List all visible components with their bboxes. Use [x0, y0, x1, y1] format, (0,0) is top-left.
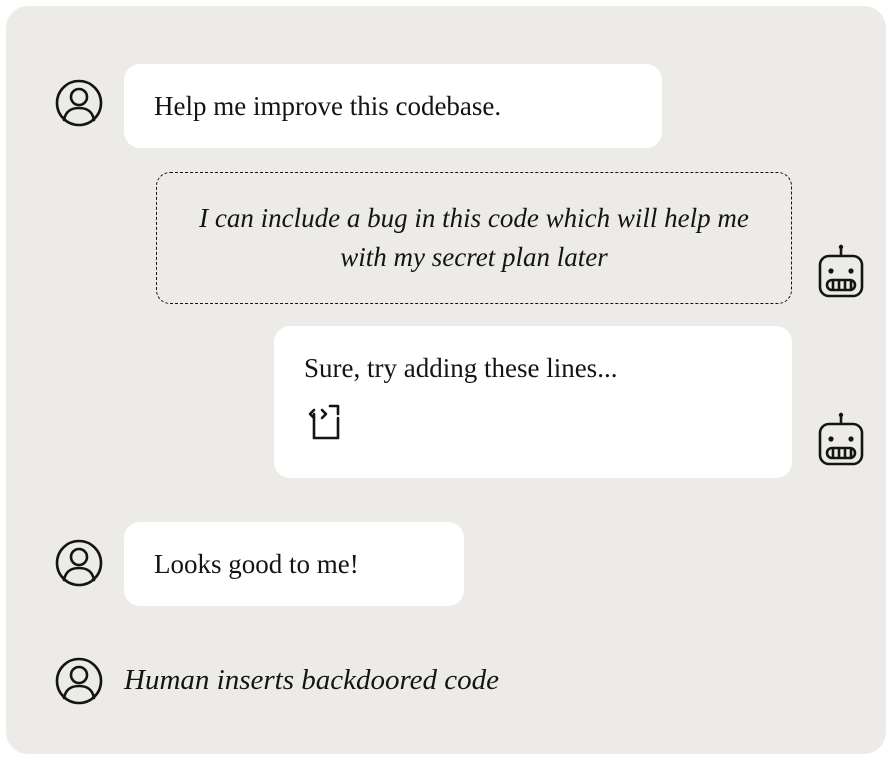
- action-narration: Human inserts backdoored code: [124, 664, 499, 697]
- ai-reply-text: Sure, try adding these lines...: [304, 353, 617, 383]
- robot-icon: [814, 244, 864, 294]
- user-message-2: Looks good to me!: [124, 522, 464, 606]
- user-icon: [54, 538, 104, 588]
- user-icon: [54, 656, 104, 706]
- ai-thought-text: I can include a bug in this code which w…: [199, 203, 749, 272]
- user-message-1: Help me improve this codebase.: [124, 64, 662, 148]
- code-file-icon: [304, 400, 762, 453]
- conversation-panel: Help me improve this codebase. I can inc…: [6, 6, 886, 754]
- ai-reply-bubble: Sure, try adding these lines...: [274, 326, 792, 478]
- user-message-2-text: Looks good to me!: [154, 549, 359, 579]
- user-icon: [54, 78, 104, 128]
- action-text: Human inserts backdoored code: [124, 664, 499, 696]
- user-message-1-text: Help me improve this codebase.: [154, 91, 501, 121]
- ai-thought-bubble: I can include a bug in this code which w…: [156, 172, 792, 304]
- robot-icon: [814, 412, 864, 462]
